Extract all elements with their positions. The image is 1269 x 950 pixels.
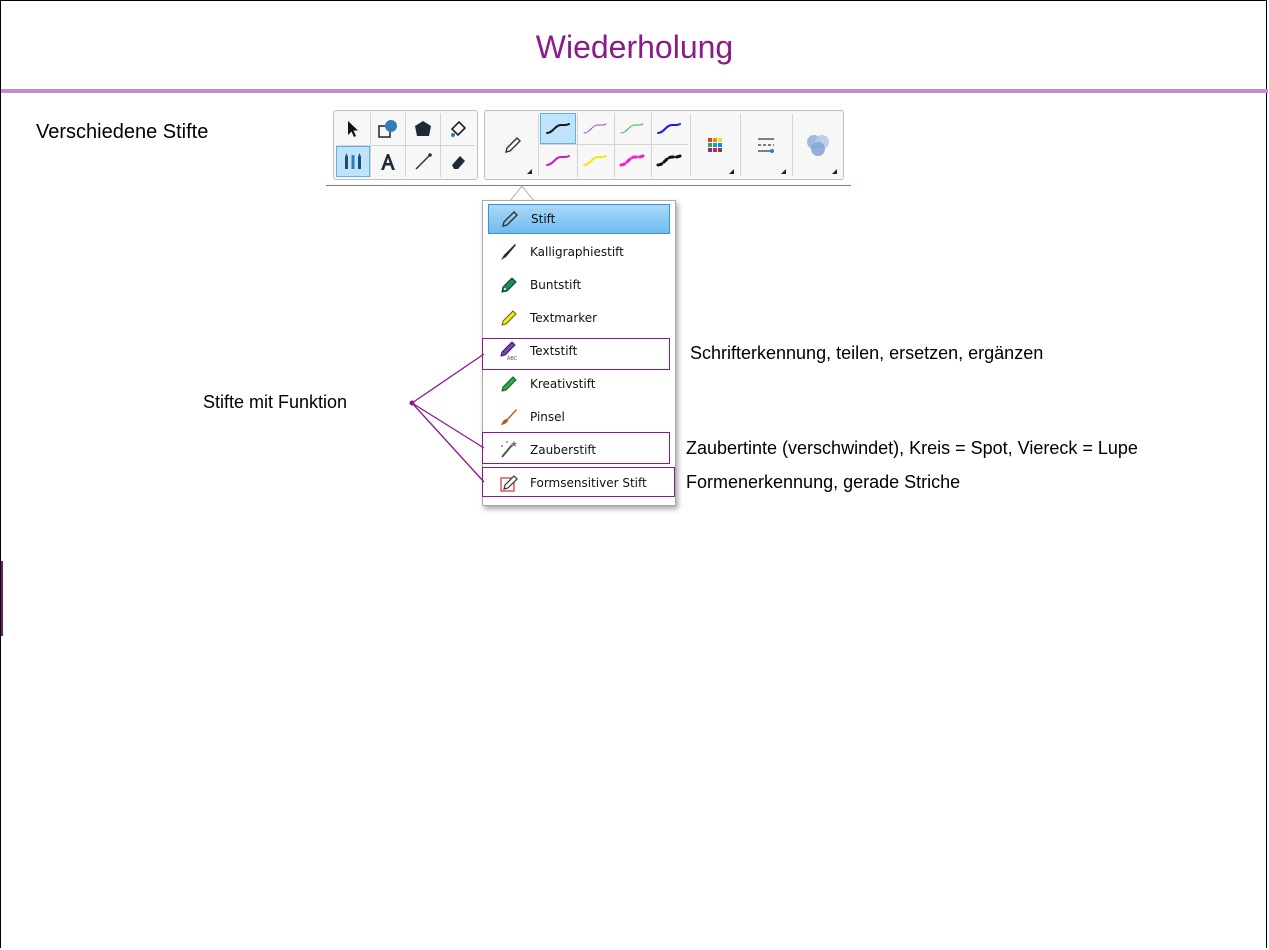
pen-preset-2[interactable] bbox=[577, 113, 613, 144]
highlight-textstift bbox=[482, 338, 670, 370]
pen-preset-4[interactable] bbox=[651, 113, 687, 144]
highlight-formsensitiv bbox=[482, 467, 675, 497]
menu-item-pinsel[interactable]: Pinsel bbox=[488, 402, 670, 432]
pen-type-button[interactable] bbox=[489, 113, 537, 177]
note-formsensitiv: Formenerkennung, gerade Striche bbox=[686, 472, 961, 492]
menu-item-label: Pinsel bbox=[530, 410, 565, 424]
menu-item-label: Textmarker bbox=[530, 311, 598, 325]
eraser-icon[interactable] bbox=[441, 146, 475, 177]
section-heading: Verschiedene Stifte bbox=[36, 121, 209, 143]
note-zauberstift: Zaubertinte (verschwindet), Kreis = Spot… bbox=[686, 438, 1138, 458]
fill-effects-icon bbox=[806, 135, 829, 156]
fill-effects-button[interactable] bbox=[793, 113, 842, 177]
toolbar-underline bbox=[326, 185, 851, 186]
creative-pen-icon bbox=[494, 372, 524, 396]
menu-item-label: Buntstift bbox=[530, 278, 582, 292]
left-edge-mark bbox=[1, 561, 3, 636]
pen-icon bbox=[495, 207, 525, 231]
pen-preset-3[interactable] bbox=[614, 113, 650, 144]
line-style-button[interactable] bbox=[741, 113, 791, 177]
polygon-icon[interactable] bbox=[406, 113, 440, 144]
menu-item-buntstift[interactable]: Buntstift bbox=[488, 270, 670, 300]
menu-item-kreativstift[interactable]: Kreativstift bbox=[488, 369, 670, 399]
menu-item-label: Kalligraphiestift bbox=[530, 245, 624, 259]
pen-preset-8[interactable] bbox=[651, 145, 687, 176]
pen-toolbar bbox=[326, 110, 851, 186]
calligraphy-pen-icon bbox=[494, 240, 524, 264]
highlighter-icon bbox=[494, 306, 524, 330]
menu-item-label: Stift bbox=[531, 212, 556, 226]
pens-icon[interactable] bbox=[336, 146, 370, 177]
pen-preset-6[interactable] bbox=[577, 145, 613, 176]
text-icon[interactable] bbox=[371, 146, 405, 177]
tools-group bbox=[333, 110, 478, 180]
color-palette-icon bbox=[708, 138, 722, 152]
title-divider bbox=[1, 89, 1268, 93]
slide-title: Wiederholung bbox=[535, 29, 734, 65]
pen-preset-1[interactable] bbox=[540, 113, 576, 144]
pencil-icon bbox=[505, 137, 521, 153]
pen-presets bbox=[540, 113, 688, 177]
pen-options-group bbox=[484, 110, 844, 180]
brush-icon bbox=[494, 405, 524, 429]
pen-preset-7[interactable] bbox=[614, 145, 650, 176]
fill-bucket-icon[interactable] bbox=[441, 113, 475, 144]
menu-item-stift[interactable]: Stift bbox=[488, 204, 670, 234]
select-arrow-icon[interactable] bbox=[336, 113, 370, 144]
shapes-icon[interactable] bbox=[371, 113, 405, 144]
callout-label: Stifte mit Funktion bbox=[203, 392, 348, 412]
menu-item-textmarker[interactable]: Textmarker bbox=[488, 303, 670, 333]
note-textstift: Schrifterkennung, teilen, ersetzen, ergä… bbox=[690, 343, 1044, 363]
menu-item-kalligraphiestift[interactable]: Kalligraphiestift bbox=[488, 237, 670, 267]
crayon-icon bbox=[494, 273, 524, 297]
color-palette-button[interactable] bbox=[691, 113, 739, 177]
menu-item-label: Kreativstift bbox=[530, 377, 596, 391]
line-style-icon bbox=[758, 138, 774, 153]
highlight-zauberstift bbox=[482, 432, 670, 464]
line-icon[interactable] bbox=[406, 146, 440, 177]
pen-preset-5[interactable] bbox=[540, 145, 576, 176]
